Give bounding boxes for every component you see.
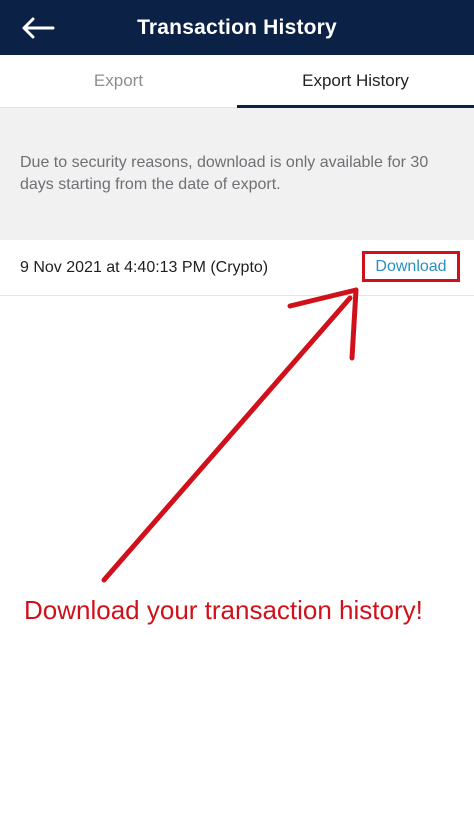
app-header: Transaction History xyxy=(0,0,474,55)
security-notice: Due to security reasons, download is onl… xyxy=(0,108,474,240)
page-title: Transaction History xyxy=(137,16,337,39)
annotation-text: Download your transaction history! xyxy=(24,595,423,625)
tab-export-history[interactable]: Export History xyxy=(237,55,474,107)
download-link[interactable]: Download xyxy=(362,251,460,282)
tab-bar: Export Export History xyxy=(0,55,474,108)
export-date-label: 9 Nov 2021 at 4:40:13 PM (Crypto) xyxy=(20,259,269,276)
tab-export[interactable]: Export xyxy=(0,55,237,107)
